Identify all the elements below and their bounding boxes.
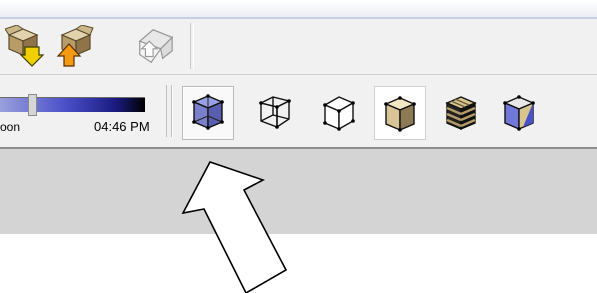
house-gray-icon xyxy=(138,29,174,64)
warehouse-toolbar xyxy=(0,19,597,75)
xray-cube-icon xyxy=(192,94,224,130)
styles-toolbar: oon 04:46 PM xyxy=(0,75,597,149)
shaded-textures-style-button[interactable] xyxy=(436,86,486,138)
time-slider-track[interactable] xyxy=(0,97,145,112)
box-down-arrow-icon xyxy=(5,25,45,67)
share-model-button[interactable] xyxy=(52,25,94,67)
time-slider-thumb[interactable] xyxy=(28,94,37,116)
wireframe-style-button[interactable] xyxy=(250,86,300,138)
shaded-style-button[interactable] xyxy=(374,86,426,140)
xray-style-button[interactable] xyxy=(182,86,234,140)
monochrome-cube-icon xyxy=(503,95,535,131)
shaded-cube-icon xyxy=(384,96,416,132)
textured-cube-icon xyxy=(445,96,477,131)
monochrome-style-button[interactable] xyxy=(494,86,544,138)
get-models-button[interactable] xyxy=(4,25,46,67)
hidden-line-style-button[interactable] xyxy=(314,86,364,138)
box-up-arrow-icon xyxy=(56,25,94,67)
toolbar-grip-line xyxy=(171,85,172,137)
window-top-strip xyxy=(0,0,597,19)
wireframe-cube-icon xyxy=(258,96,292,129)
hidden-line-cube-icon xyxy=(323,96,355,131)
drawing-area-strip xyxy=(0,149,597,234)
time-readout: 04:46 PM xyxy=(94,119,150,134)
toolbar-separator xyxy=(190,23,194,69)
shadow-time-control: oon 04:46 PM xyxy=(0,87,160,134)
warehouse-button[interactable] xyxy=(134,25,176,67)
slider-left-label: oon xyxy=(0,120,21,134)
